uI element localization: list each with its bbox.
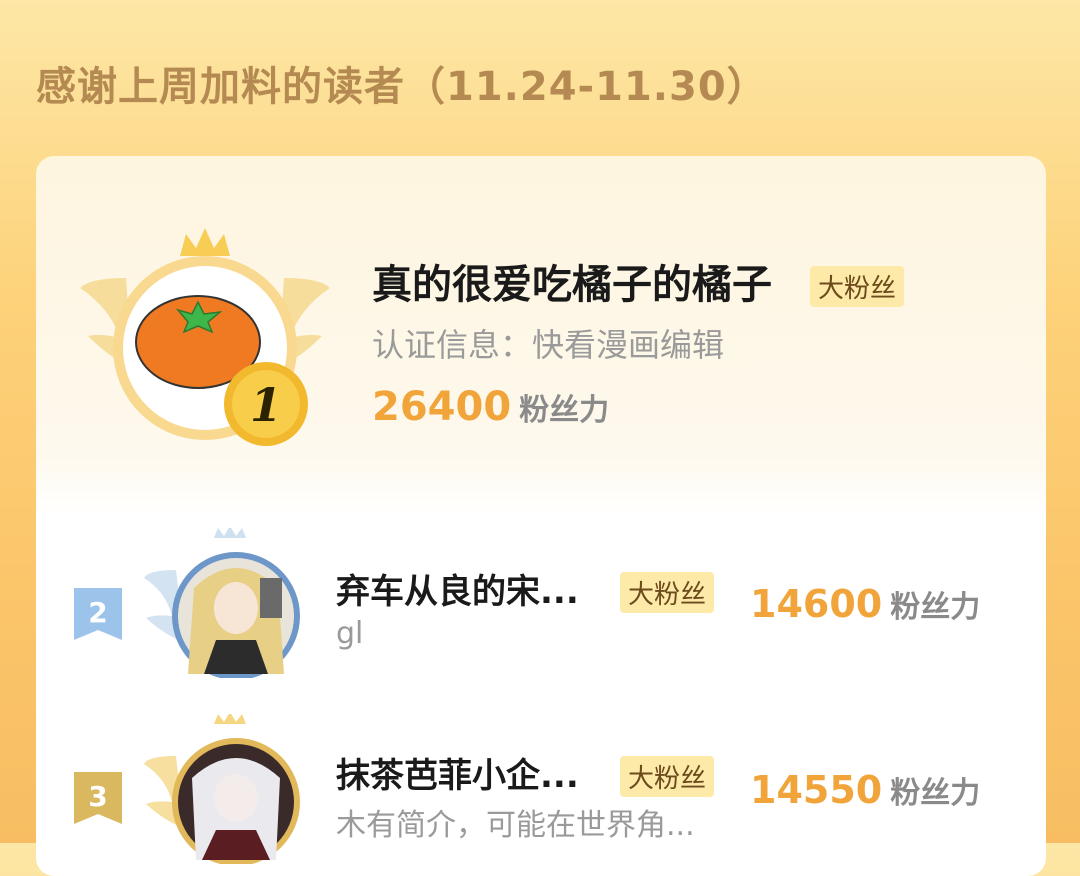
reader-name[interactable]: 弃车从良的宋...	[336, 564, 579, 613]
gold-avatar-badge	[144, 714, 300, 864]
reader-description: gl	[336, 616, 364, 651]
reader-name[interactable]: 抹茶芭菲小企...	[336, 748, 579, 797]
fan-power: 26400 粉丝力	[372, 384, 609, 430]
reader-description: 认证信息：快看漫画编辑	[372, 326, 725, 364]
svg-text:2: 2	[88, 596, 107, 629]
rank-number: 1	[250, 378, 282, 432]
fan-power: 14600 粉丝力	[750, 582, 980, 626]
fan-level-badge: 大粉丝	[810, 266, 905, 307]
reader-description: 木有简介，可能在世界角...	[336, 808, 695, 843]
fan-power-unit: 粉丝力	[519, 393, 610, 428]
page-title: 感谢上周加料的读者（11.24-11.30）	[36, 64, 768, 110]
fan-power-value: 14600	[750, 582, 883, 626]
fan-power-value: 26400	[372, 384, 512, 430]
fan-power-unit: 粉丝力	[890, 590, 981, 625]
avatar	[192, 758, 280, 860]
fan-power-value: 14550	[750, 768, 883, 812]
gold-rank-badge: 1	[80, 228, 330, 446]
fan-level-badge: 大粉丝	[620, 756, 715, 797]
fan-level-badge: 大粉丝	[620, 572, 715, 613]
fan-power-unit: 粉丝力	[890, 776, 981, 811]
rank-flag: 3	[74, 772, 122, 824]
svg-text:3: 3	[88, 780, 107, 813]
fan-power: 14550 粉丝力	[750, 768, 980, 812]
rank-flag: 2	[74, 588, 122, 640]
reader-name[interactable]: 真的很爱吃橘子的橘子	[372, 252, 772, 310]
reader-row[interactable]: 2 弃车从良的宋... 大粉丝 gl 14600 粉丝力	[36, 528, 1046, 678]
reader-row[interactable]: 3 抹茶芭菲小企... 大粉丝 木有简介，可能在世界角... 14550 粉丝力	[36, 714, 1046, 864]
avatar	[188, 568, 284, 674]
silver-avatar-badge	[144, 528, 300, 678]
ranking-card: 1 真的很爱吃橘子的橘子 大粉丝 认证信息：快看漫画编辑 26400 粉丝力 2 …	[36, 156, 1046, 876]
